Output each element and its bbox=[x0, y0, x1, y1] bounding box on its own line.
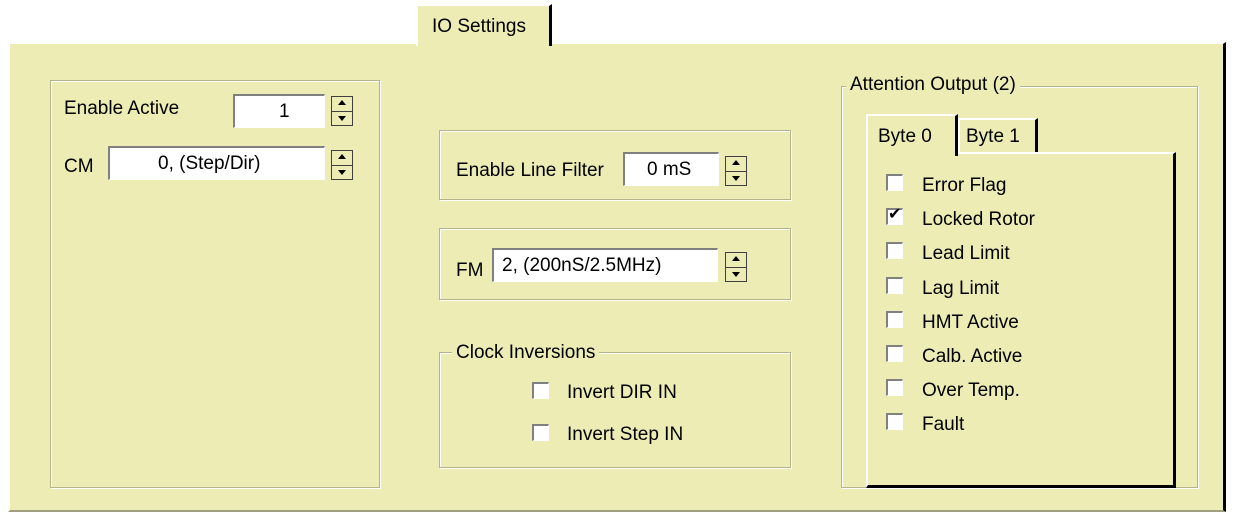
locked-rotor-checkbox[interactable]: ✔ bbox=[886, 206, 903, 225]
tab-byte-1-label: Byte 1 bbox=[966, 126, 1020, 147]
checkmark-icon: ✔ bbox=[888, 206, 902, 223]
attention-output-title: Attention Output (2) bbox=[846, 74, 1020, 96]
lead-limit-checkbox[interactable] bbox=[886, 242, 903, 259]
invert-step-in-label: Invert Step IN bbox=[567, 424, 684, 445]
enable-active-label: Enable Active bbox=[64, 98, 180, 119]
lag-limit-checkbox[interactable] bbox=[886, 277, 903, 294]
spin-up-icon[interactable] bbox=[332, 151, 352, 166]
line-filter-input[interactable]: 0 mS bbox=[623, 152, 719, 186]
cm-input[interactable]: 0, (Step/Dir) bbox=[108, 146, 325, 180]
left-group bbox=[50, 80, 380, 488]
spin-down-icon[interactable] bbox=[726, 267, 746, 281]
over-temp-checkbox[interactable] bbox=[886, 379, 903, 396]
invert-dir-in-label: Invert DIR IN bbox=[567, 382, 677, 403]
fm-label: FM bbox=[456, 260, 484, 281]
hmt-active-checkbox[interactable] bbox=[886, 311, 903, 328]
line-filter-label: Enable Line Filter bbox=[456, 160, 604, 181]
clock-inversions-title: Clock Inversions bbox=[452, 342, 600, 364]
fm-spinner[interactable] bbox=[725, 252, 747, 282]
tab-byte-0[interactable]: Byte 0 bbox=[866, 114, 958, 156]
fault-label: Fault bbox=[922, 414, 965, 435]
invert-dir-in-checkbox[interactable] bbox=[532, 382, 549, 399]
fm-input[interactable]: 2, (200nS/2.5MHz) bbox=[492, 248, 718, 282]
tab-io-settings-label: IO Settings bbox=[432, 16, 526, 37]
error-flag-label: Error Flag bbox=[922, 175, 1007, 196]
line-filter-spinner[interactable] bbox=[725, 156, 747, 186]
tab-io-settings[interactable]: IO Settings bbox=[416, 4, 552, 46]
spin-up-icon[interactable] bbox=[726, 157, 746, 172]
locked-rotor-label: Locked Rotor bbox=[922, 209, 1036, 230]
spin-down-icon[interactable] bbox=[332, 165, 352, 179]
spin-up-icon[interactable] bbox=[332, 97, 352, 112]
fault-checkbox[interactable] bbox=[886, 413, 903, 430]
cm-label: CM bbox=[64, 156, 94, 177]
tab-byte-1[interactable]: Byte 1 bbox=[958, 118, 1038, 152]
spin-down-icon[interactable] bbox=[726, 171, 746, 185]
enable-active-spinner[interactable] bbox=[331, 96, 353, 126]
calb-active-label: Calb. Active bbox=[922, 346, 1023, 367]
attention-tab-panel bbox=[866, 152, 1176, 488]
enable-active-input[interactable]: 1 bbox=[233, 94, 325, 128]
lead-limit-label: Lead Limit bbox=[922, 243, 1010, 264]
calb-active-checkbox[interactable] bbox=[886, 345, 903, 362]
spin-down-icon[interactable] bbox=[332, 111, 352, 125]
lag-limit-label: Lag Limit bbox=[922, 278, 1000, 299]
tab-byte-0-label: Byte 0 bbox=[878, 126, 932, 147]
invert-step-in-checkbox[interactable] bbox=[532, 424, 549, 441]
error-flag-checkbox[interactable] bbox=[886, 174, 903, 191]
hmt-active-label: HMT Active bbox=[922, 312, 1019, 333]
spin-up-icon[interactable] bbox=[726, 253, 746, 268]
clock-inversions-group bbox=[439, 352, 791, 468]
over-temp-label: Over Temp. bbox=[922, 380, 1020, 401]
cm-spinner[interactable] bbox=[331, 150, 353, 180]
